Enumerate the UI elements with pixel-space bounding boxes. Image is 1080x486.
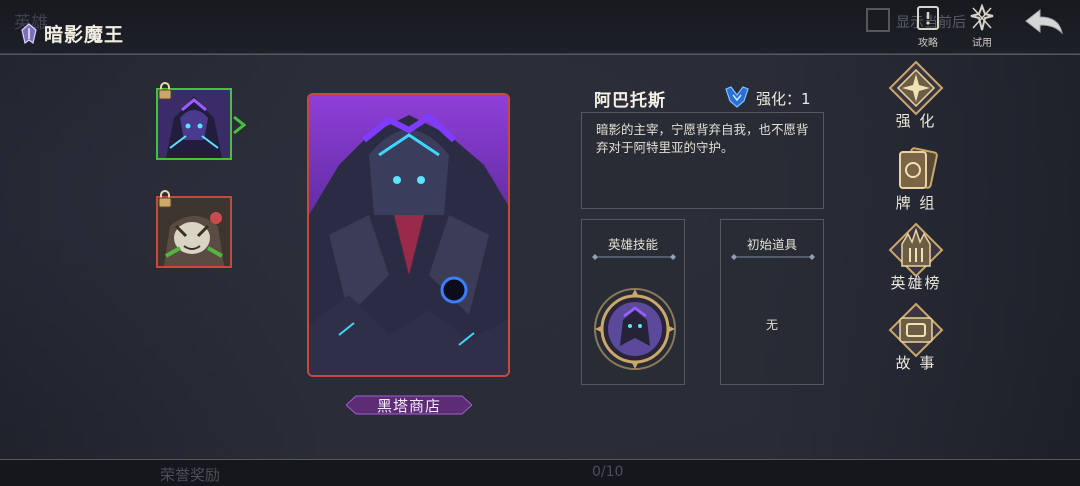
starting-item-box: 初始道具 无: [720, 219, 824, 385]
back-button[interactable]: [1022, 6, 1066, 36]
story-button[interactable]: 故 事: [884, 302, 948, 373]
description-box: 暗影的主宰，宁愿背弃自我，也不愿背弃对于阿特里亚的守护。: [581, 112, 824, 209]
hero-skill-icon[interactable]: [592, 286, 678, 372]
deck-label: 牌 组: [895, 194, 937, 212]
hero-skill-box[interactable]: 英雄技能: [581, 219, 685, 385]
page-title: 暗影魔王: [44, 24, 125, 46]
guide-label: 攻略: [918, 38, 938, 49]
honor-progress: 0/10: [592, 464, 624, 480]
hero-description: 暗影的主宰，宁愿背弃自我，也不愿背弃对于阿特里亚的守护。: [596, 122, 809, 155]
shop-source-label: 黑塔商店: [346, 394, 472, 416]
starting-item-value: 无: [765, 318, 778, 332]
story-label: 故 事: [895, 354, 937, 372]
show-current-checkbox[interactable]: [866, 8, 890, 32]
enhance-level: 强化：1: [756, 90, 811, 108]
faction-icon: [21, 22, 37, 44]
ranking-icon: [888, 222, 944, 278]
divider-icon: [731, 254, 815, 260]
trial-icon: [970, 3, 994, 31]
hero-slot-selected[interactable]: [156, 82, 232, 160]
shop-label-text: 黑塔商店: [376, 396, 441, 415]
ranking-label: 英雄榜: [890, 274, 942, 292]
starting-item-title: 初始道具: [746, 237, 797, 252]
guide-icon: [917, 6, 939, 30]
enhance-label: 强 化: [895, 112, 937, 130]
enhance-icon: [888, 60, 944, 116]
title-group: 暗影魔王: [20, 20, 124, 47]
selection-arrow-icon: [233, 115, 246, 135]
story-icon: [888, 302, 944, 358]
hero-skill-title: 英雄技能: [607, 237, 658, 252]
enhance-button[interactable]: 强 化: [884, 60, 948, 131]
deck-button[interactable]: 牌 组: [884, 142, 948, 213]
enhance-level-icon: [725, 86, 749, 108]
trial-button[interactable]: 试用: [962, 3, 1002, 49]
guide-button[interactable]: 攻略: [908, 4, 948, 49]
lock-icon: [158, 190, 172, 208]
hero-card-art: [309, 95, 508, 375]
ranking-button[interactable]: 英雄榜: [884, 222, 948, 293]
hero-slot-2[interactable]: [156, 190, 232, 268]
honor-reward-label: 荣誉奖励: [160, 466, 221, 484]
deck-icon: [899, 147, 938, 189]
lock-icon: [158, 82, 172, 100]
divider-icon: [592, 254, 676, 260]
hero-card: [307, 93, 510, 377]
hero-name: 阿巴托斯: [594, 91, 666, 111]
trial-label: 试用: [972, 38, 992, 49]
